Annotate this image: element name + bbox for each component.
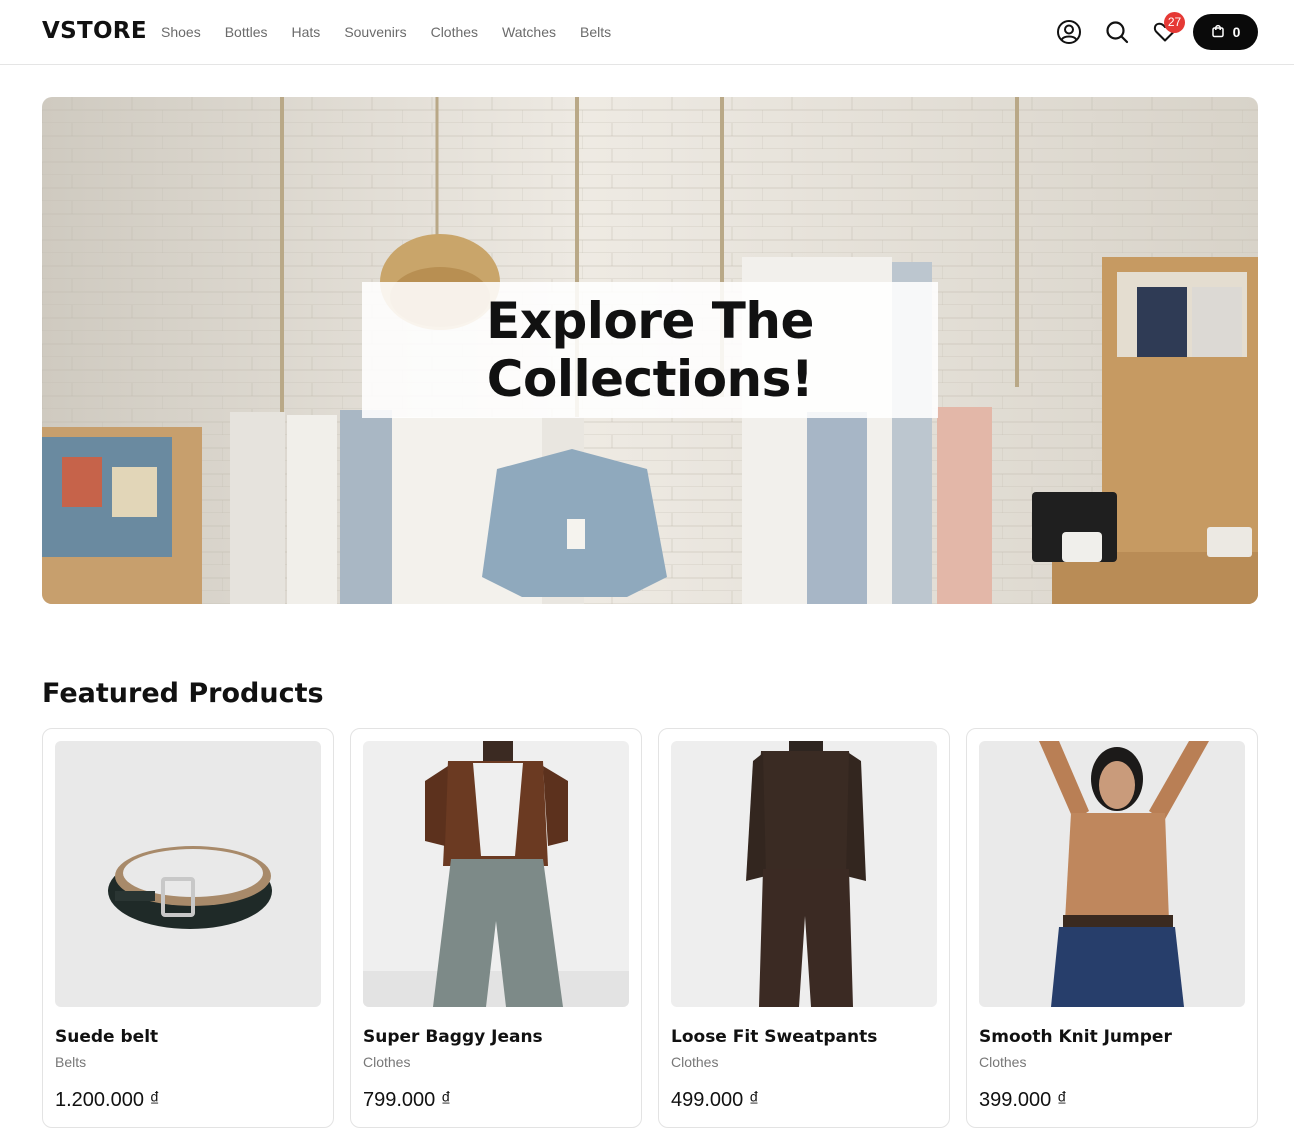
nav-item-shoes[interactable]: Shoes [161,24,201,40]
product-grid: Suede belt Belts 1.200.000 ₫ Super Baggy… [42,728,1258,1128]
product-category: Clothes [363,1054,411,1070]
nav-item-belts[interactable]: Belts [580,24,611,40]
nav-item-watches[interactable]: Watches [502,24,556,40]
product-price: 399.000 ₫ [979,1089,1068,1111]
hero-title-line-1: Explore The [486,292,814,350]
product-name[interactable]: Smooth Knit Jumper [979,1027,1172,1047]
main-nav: Shoes Bottles Hats Souvenirs Clothes Wat… [161,24,635,40]
product-category: Clothes [671,1054,719,1070]
wishlist-count-badge: 27 [1164,12,1185,33]
product-image[interactable] [979,741,1245,1007]
product-name[interactable]: Suede belt [55,1027,158,1047]
user-icon[interactable] [1056,19,1082,45]
product-name[interactable]: Loose Fit Sweatpants [671,1027,877,1047]
cart-count: 0 [1232,24,1241,40]
product-image[interactable] [363,741,629,1007]
product-image[interactable] [55,741,321,1007]
cart-button[interactable]: 0 [1193,14,1258,50]
product-category: Belts [55,1054,87,1070]
product-price: 799.000 ₫ [363,1089,452,1111]
hero-text-box: Explore The Collections! [362,282,938,418]
nav-item-hats[interactable]: Hats [292,24,321,40]
nav-item-souvenirs[interactable]: Souvenirs [344,24,406,40]
product-card[interactable]: Super Baggy Jeans Clothes 799.000 ₫ [350,728,642,1128]
product-category: Clothes [979,1054,1027,1070]
nav-item-clothes[interactable]: Clothes [431,24,478,40]
product-image[interactable] [671,741,937,1007]
product-card[interactable]: Smooth Knit Jumper Clothes 399.000 ₫ [966,728,1258,1128]
search-icon[interactable] [1104,19,1130,45]
product-price: 1.200.000 ₫ [55,1089,160,1111]
hero-title: Explore The Collections! [486,292,814,408]
site-header: VSTORE Shoes Bottles Hats Souvenirs Clot… [0,0,1294,65]
section-title: Featured Products [42,678,324,709]
nav-item-bottles[interactable]: Bottles [225,24,268,40]
cart-icon [1211,23,1225,42]
product-card[interactable]: Suede belt Belts 1.200.000 ₫ [42,728,334,1128]
hero-banner: Explore The Collections! [42,97,1258,604]
product-card[interactable]: Loose Fit Sweatpants Clothes 499.000 ₫ [658,728,950,1128]
hero-title-line-2: Collections! [486,350,814,408]
product-price: 499.000 ₫ [671,1089,760,1111]
product-name[interactable]: Super Baggy Jeans [363,1027,543,1047]
logo[interactable]: VSTORE [42,18,147,44]
